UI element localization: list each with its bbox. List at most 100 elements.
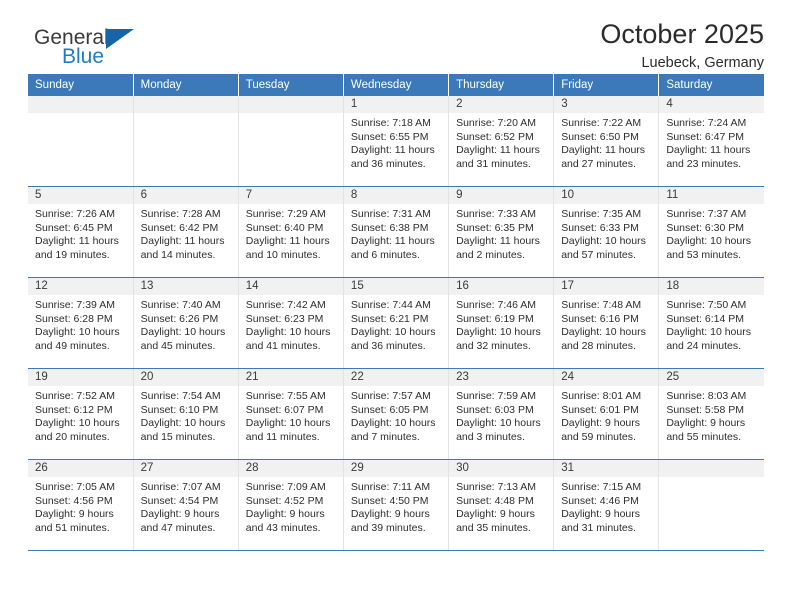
calendar-week-row: 12 Sunrise: 7:39 AM Sunset: 6:28 PM Dayligh… bbox=[28, 277, 764, 369]
calendar-day-cell[interactable]: 25 Sunrise: 8:03 AM Sunset: 5:58 PM Dayligh… bbox=[658, 368, 764, 460]
day-cell-inner: 19 Sunrise: 7:52 AM Sunset: 6:12 PM Dayligh… bbox=[28, 369, 133, 459]
day-cell-inner bbox=[659, 460, 764, 550]
daylight-text-line2: and 10 minutes. bbox=[245, 248, 321, 261]
day-cell-inner: 6 Sunrise: 7:28 AM Sunset: 6:42 PM Daylight… bbox=[133, 187, 238, 277]
calendar-day-cell[interactable]: 13 Sunrise: 7:40 AM Sunset: 6:26 PM Dayligh… bbox=[133, 277, 239, 369]
calendar-grid: Sunday Monday Tuesday Wednesday Thursday… bbox=[28, 74, 764, 551]
day-info: Sunrise: 7:54 AM Sunset: 6:10 PM Daylight:… bbox=[134, 386, 238, 444]
daylight-text-line1: Daylight: 10 hours bbox=[561, 235, 646, 248]
day-cell-inner: 15 Sunrise: 7:44 AM Sunset: 6:21 PM Dayligh… bbox=[343, 278, 449, 368]
calendar-day-cell[interactable]: 23 Sunrise: 7:59 AM Sunset: 6:03 PM Dayligh… bbox=[448, 368, 555, 460]
sunrise-text: Sunrise: 7:39 AM bbox=[35, 299, 115, 311]
sunrise-text: Sunrise: 7:13 AM bbox=[456, 481, 537, 493]
day-info: Sunrise: 8:03 AM Sunset: 5:58 PM Daylight:… bbox=[659, 386, 764, 444]
day-info: Sunrise: 7:15 AM Sunset: 4:46 PM Daylight:… bbox=[554, 477, 658, 535]
day-cell-inner: 12 Sunrise: 7:39 AM Sunset: 6:28 PM Dayligh… bbox=[28, 278, 133, 368]
sunrise-text: Sunrise: 7:35 AM bbox=[561, 208, 642, 220]
day-number: 27 bbox=[133, 460, 238, 477]
sunrise-text: Sunrise: 7:42 AM bbox=[245, 299, 326, 311]
calendar-day-cell[interactable]: 21 Sunrise: 7:55 AM Sunset: 6:07 PM Dayligh… bbox=[238, 368, 344, 460]
day-cell-inner: 26 Sunrise: 7:05 AM Sunset: 4:56 PM Dayligh… bbox=[28, 460, 133, 550]
daylight-text-line2: and 24 minutes. bbox=[666, 339, 742, 352]
day-number: 16 bbox=[449, 278, 554, 295]
calendar-day-cell[interactable]: 31 Sunrise: 7:15 AM Sunset: 4:46 PM Dayligh… bbox=[553, 459, 660, 551]
day-number: 20 bbox=[133, 369, 238, 386]
day-info: Sunrise: 7:46 AM Sunset: 6:19 PM Daylight:… bbox=[449, 295, 553, 353]
daylight-text-line2: and 31 minutes. bbox=[456, 157, 531, 170]
calendar-day-cell[interactable]: 20 Sunrise: 7:54 AM Sunset: 6:10 PM Dayligh… bbox=[133, 368, 239, 460]
sunset-text: Sunset: 6:14 PM bbox=[666, 312, 744, 325]
day-info: Sunrise: 7:28 AM Sunset: 6:42 PM Daylight:… bbox=[134, 204, 238, 262]
day-info: Sunrise: 7:26 AM Sunset: 6:45 PM Daylight:… bbox=[28, 204, 133, 262]
calendar-empty-cell bbox=[238, 96, 344, 187]
page-header: General Blue October 2025 Luebeck, Germa… bbox=[28, 0, 764, 74]
day-info: Sunrise: 7:31 AM Sunset: 6:38 PM Daylight:… bbox=[344, 204, 448, 262]
calendar-day-cell[interactable]: 11 Sunrise: 7:37 AM Sunset: 6:30 PM Dayligh… bbox=[658, 186, 764, 278]
day-number: 28 bbox=[238, 460, 343, 477]
day-number: 7 bbox=[238, 187, 343, 204]
day-cell-inner: 11 Sunrise: 7:37 AM Sunset: 6:30 PM Dayligh… bbox=[659, 187, 764, 277]
daylight-text-line2: and 45 minutes. bbox=[140, 339, 216, 352]
calendar-day-cell[interactable]: 30 Sunrise: 7:13 AM Sunset: 4:48 PM Dayligh… bbox=[448, 459, 555, 551]
sunset-text: Sunset: 6:05 PM bbox=[350, 403, 429, 416]
calendar-day-cell[interactable]: 4 Sunrise: 7:24 AM Sunset: 6:47 PM Daylight… bbox=[658, 96, 764, 187]
calendar-body: 1 Sunrise: 7:18 AM Sunset: 6:55 PM Daylight… bbox=[28, 96, 764, 551]
calendar-day-cell[interactable]: 27 Sunrise: 7:07 AM Sunset: 4:54 PM Dayligh… bbox=[133, 459, 239, 551]
calendar-day-cell[interactable]: 7 Sunrise: 7:29 AM Sunset: 6:40 PM Daylight… bbox=[238, 186, 344, 278]
day-info: Sunrise: 7:48 AM Sunset: 6:16 PM Daylight:… bbox=[554, 295, 658, 353]
day-info: Sunrise: 7:52 AM Sunset: 6:12 PM Daylight:… bbox=[28, 386, 133, 444]
calendar-day-cell[interactable]: 9 Sunrise: 7:33 AM Sunset: 6:35 PM Daylight… bbox=[448, 186, 555, 278]
calendar-day-cell[interactable]: 12 Sunrise: 7:39 AM Sunset: 6:28 PM Dayligh… bbox=[28, 277, 134, 369]
day-number: 3 bbox=[554, 96, 659, 113]
calendar-day-cell[interactable]: 22 Sunrise: 7:57 AM Sunset: 6:05 PM Dayligh… bbox=[343, 368, 450, 460]
day-number: 18 bbox=[659, 278, 764, 295]
sunrise-text: Sunrise: 7:59 AM bbox=[456, 390, 537, 402]
sunset-text: Sunset: 6:21 PM bbox=[350, 312, 429, 325]
day-info: Sunrise: 7:07 AM Sunset: 4:54 PM Daylight:… bbox=[134, 477, 238, 535]
daylight-text-line1: Daylight: 10 hours bbox=[456, 417, 541, 430]
calendar-day-cell[interactable]: 6 Sunrise: 7:28 AM Sunset: 6:42 PM Daylight… bbox=[133, 186, 239, 278]
sunrise-text: Sunrise: 7:54 AM bbox=[140, 390, 221, 402]
calendar-day-cell[interactable]: 29 Sunrise: 7:11 AM Sunset: 4:50 PM Dayligh… bbox=[343, 459, 450, 551]
daylight-text-line1: Daylight: 9 hours bbox=[666, 417, 746, 430]
sunrise-text: Sunrise: 7:22 AM bbox=[561, 117, 642, 129]
day-info: Sunrise: 7:39 AM Sunset: 6:28 PM Daylight:… bbox=[28, 295, 133, 353]
sunset-text: Sunset: 5:58 PM bbox=[666, 403, 744, 416]
calendar-day-cell[interactable]: 3 Sunrise: 7:22 AM Sunset: 6:50 PM Daylight… bbox=[553, 96, 660, 187]
day-info: Sunrise: 7:18 AM Sunset: 6:55 PM Daylight:… bbox=[344, 113, 448, 171]
day-number: 29 bbox=[343, 460, 449, 477]
sunset-text: Sunset: 6:40 PM bbox=[245, 221, 324, 234]
sunrise-text: Sunrise: 7:09 AM bbox=[245, 481, 326, 493]
day-number: 26 bbox=[28, 460, 133, 477]
calendar-day-cell[interactable]: 17 Sunrise: 7:48 AM Sunset: 6:16 PM Dayligh… bbox=[553, 277, 660, 369]
day-number bbox=[238, 96, 343, 113]
daylight-text-line2: and 36 minutes. bbox=[350, 339, 426, 352]
calendar-day-cell[interactable]: 24 Sunrise: 8:01 AM Sunset: 6:01 PM Dayligh… bbox=[553, 368, 660, 460]
calendar-day-cell[interactable]: 5 Sunrise: 7:26 AM Sunset: 6:45 PM Daylight… bbox=[28, 186, 134, 278]
daylight-text-line1: Daylight: 9 hours bbox=[456, 508, 535, 521]
day-info: Sunrise: 7:11 AM Sunset: 4:50 PM Daylight:… bbox=[344, 477, 448, 535]
sunset-text: Sunset: 6:10 PM bbox=[140, 403, 219, 416]
sunset-text: Sunset: 6:01 PM bbox=[561, 403, 639, 416]
calendar-day-cell[interactable]: 16 Sunrise: 7:46 AM Sunset: 6:19 PM Dayligh… bbox=[448, 277, 555, 369]
calendar-day-cell[interactable]: 1 Sunrise: 7:18 AM Sunset: 6:55 PM Daylight… bbox=[343, 96, 450, 187]
page-subtitle: Luebeck, Germany bbox=[641, 55, 764, 72]
calendar-day-cell[interactable]: 14 Sunrise: 7:42 AM Sunset: 6:23 PM Dayligh… bbox=[238, 277, 344, 369]
daylight-text-line2: and 3 minutes. bbox=[456, 430, 525, 443]
day-number: 30 bbox=[449, 460, 554, 477]
day-cell-inner: 25 Sunrise: 8:03 AM Sunset: 5:58 PM Dayligh… bbox=[659, 369, 764, 459]
day-number: 8 bbox=[343, 187, 449, 204]
daylight-text-line1: Daylight: 9 hours bbox=[140, 508, 220, 521]
calendar-day-cell[interactable]: 15 Sunrise: 7:44 AM Sunset: 6:21 PM Dayligh… bbox=[343, 277, 450, 369]
calendar-day-cell[interactable]: 10 Sunrise: 7:35 AM Sunset: 6:33 PM Dayligh… bbox=[553, 186, 660, 278]
calendar-day-cell[interactable]: 28 Sunrise: 7:09 AM Sunset: 4:52 PM Dayligh… bbox=[238, 459, 344, 551]
calendar-day-cell[interactable]: 18 Sunrise: 7:50 AM Sunset: 6:14 PM Dayligh… bbox=[658, 277, 764, 369]
calendar-day-cell[interactable]: 2 Sunrise: 7:20 AM Sunset: 6:52 PM Daylight… bbox=[448, 96, 555, 187]
sunset-text: Sunset: 6:52 PM bbox=[456, 130, 534, 143]
sunset-text: Sunset: 6:38 PM bbox=[350, 221, 429, 234]
calendar-day-cell[interactable]: 19 Sunrise: 7:52 AM Sunset: 6:12 PM Dayligh… bbox=[28, 368, 134, 460]
calendar-day-cell[interactable]: 8 Sunrise: 7:31 AM Sunset: 6:38 PM Daylight… bbox=[343, 186, 450, 278]
sunrise-text: Sunrise: 7:57 AM bbox=[350, 390, 431, 402]
calendar-day-cell[interactable]: 26 Sunrise: 7:05 AM Sunset: 4:56 PM Dayligh… bbox=[28, 459, 134, 551]
brand-logo[interactable]: General Blue bbox=[28, 26, 158, 74]
